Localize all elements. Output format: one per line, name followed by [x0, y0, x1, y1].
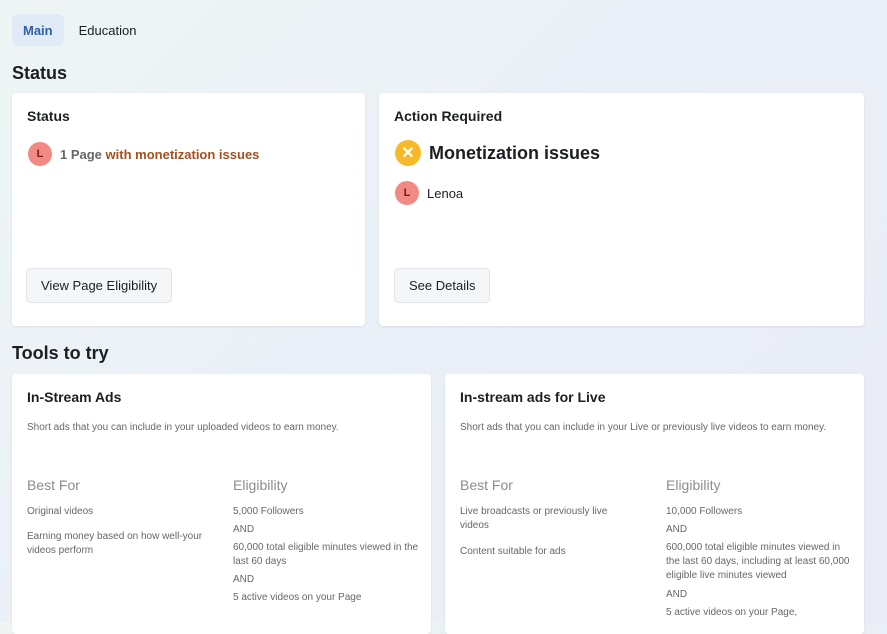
page-count: 1 Page: [60, 146, 102, 162]
status-row: L 1 Page with monetization issues: [28, 142, 259, 166]
status-summary: 1 Page with monetization issues: [60, 147, 259, 162]
eligibility-item: 5 active videos on your Page: [233, 592, 362, 603]
instream-card-title: In-Stream Ads: [27, 389, 122, 405]
live-ads-card: In-stream ads for Live Short ads that yo…: [445, 374, 864, 634]
eligibility-item: AND: [233, 524, 255, 535]
page-avatar: L: [395, 181, 419, 205]
page-row: L Lenoa: [395, 181, 463, 205]
eligibility-item: 60,000 total eligible minutes viewed in …: [233, 542, 419, 567]
action-required-card: Action Required ✕ Monetization issues L …: [379, 93, 864, 326]
best-for-item: Original videos: [27, 506, 94, 517]
eligibility-item: AND: [666, 524, 688, 535]
best-for-item: Live broadcasts or previously live video…: [460, 506, 608, 531]
eligibility-item: AND: [666, 589, 688, 600]
see-details-button[interactable]: See Details: [394, 268, 491, 303]
best-for-heading: Best For: [460, 477, 513, 493]
warning-x-icon: ✕: [395, 140, 421, 166]
eligibility-item: AND: [233, 574, 255, 585]
eligibility-heading: Eligibility: [233, 477, 288, 493]
status-card: Status L 1 Page with monetization issues…: [12, 93, 365, 326]
best-for-item: Content suitable for ads: [460, 546, 566, 557]
page-avatar: L: [28, 142, 52, 166]
live-description: Short ads that you can include in your L…: [460, 422, 827, 433]
tools-section-title: Tools to try: [12, 343, 109, 363]
page-name[interactable]: Lenoa: [427, 186, 463, 201]
tab-education[interactable]: Education: [68, 14, 148, 46]
eligibility-heading: Eligibility: [666, 477, 721, 493]
view-page-eligibility-button[interactable]: View Page Eligibility: [26, 268, 173, 303]
monetization-issues-heading: Monetization issues: [429, 142, 601, 163]
eligibility-item: 5 active videos on your Page,: [666, 607, 798, 618]
status-section-title: Status: [12, 63, 68, 83]
top-tabs: Main Education: [12, 14, 147, 46]
best-for-heading: Best For: [27, 477, 80, 493]
eligibility-item: 600,000 total eligible minutes viewed in…: [666, 542, 850, 581]
action-card-title: Action Required: [394, 108, 503, 124]
eligibility-item: 5,000 Followers: [233, 506, 304, 517]
monetization-issues-link[interactable]: with monetization issues: [106, 147, 260, 162]
eligibility-item: 10,000 Followers: [666, 506, 743, 517]
live-card-title: In-stream ads for Live: [460, 389, 606, 405]
best-for-item: Earning money based on how well-your vid…: [27, 531, 203, 556]
tab-main[interactable]: Main: [12, 14, 64, 46]
monetization-heading-row: ✕ Monetization issues: [395, 140, 600, 166]
instream-description: Short ads that you can include in your u…: [27, 422, 339, 433]
status-card-title: Status: [27, 108, 70, 124]
instream-ads-card: In-Stream Ads Short ads that you can inc…: [12, 374, 431, 634]
